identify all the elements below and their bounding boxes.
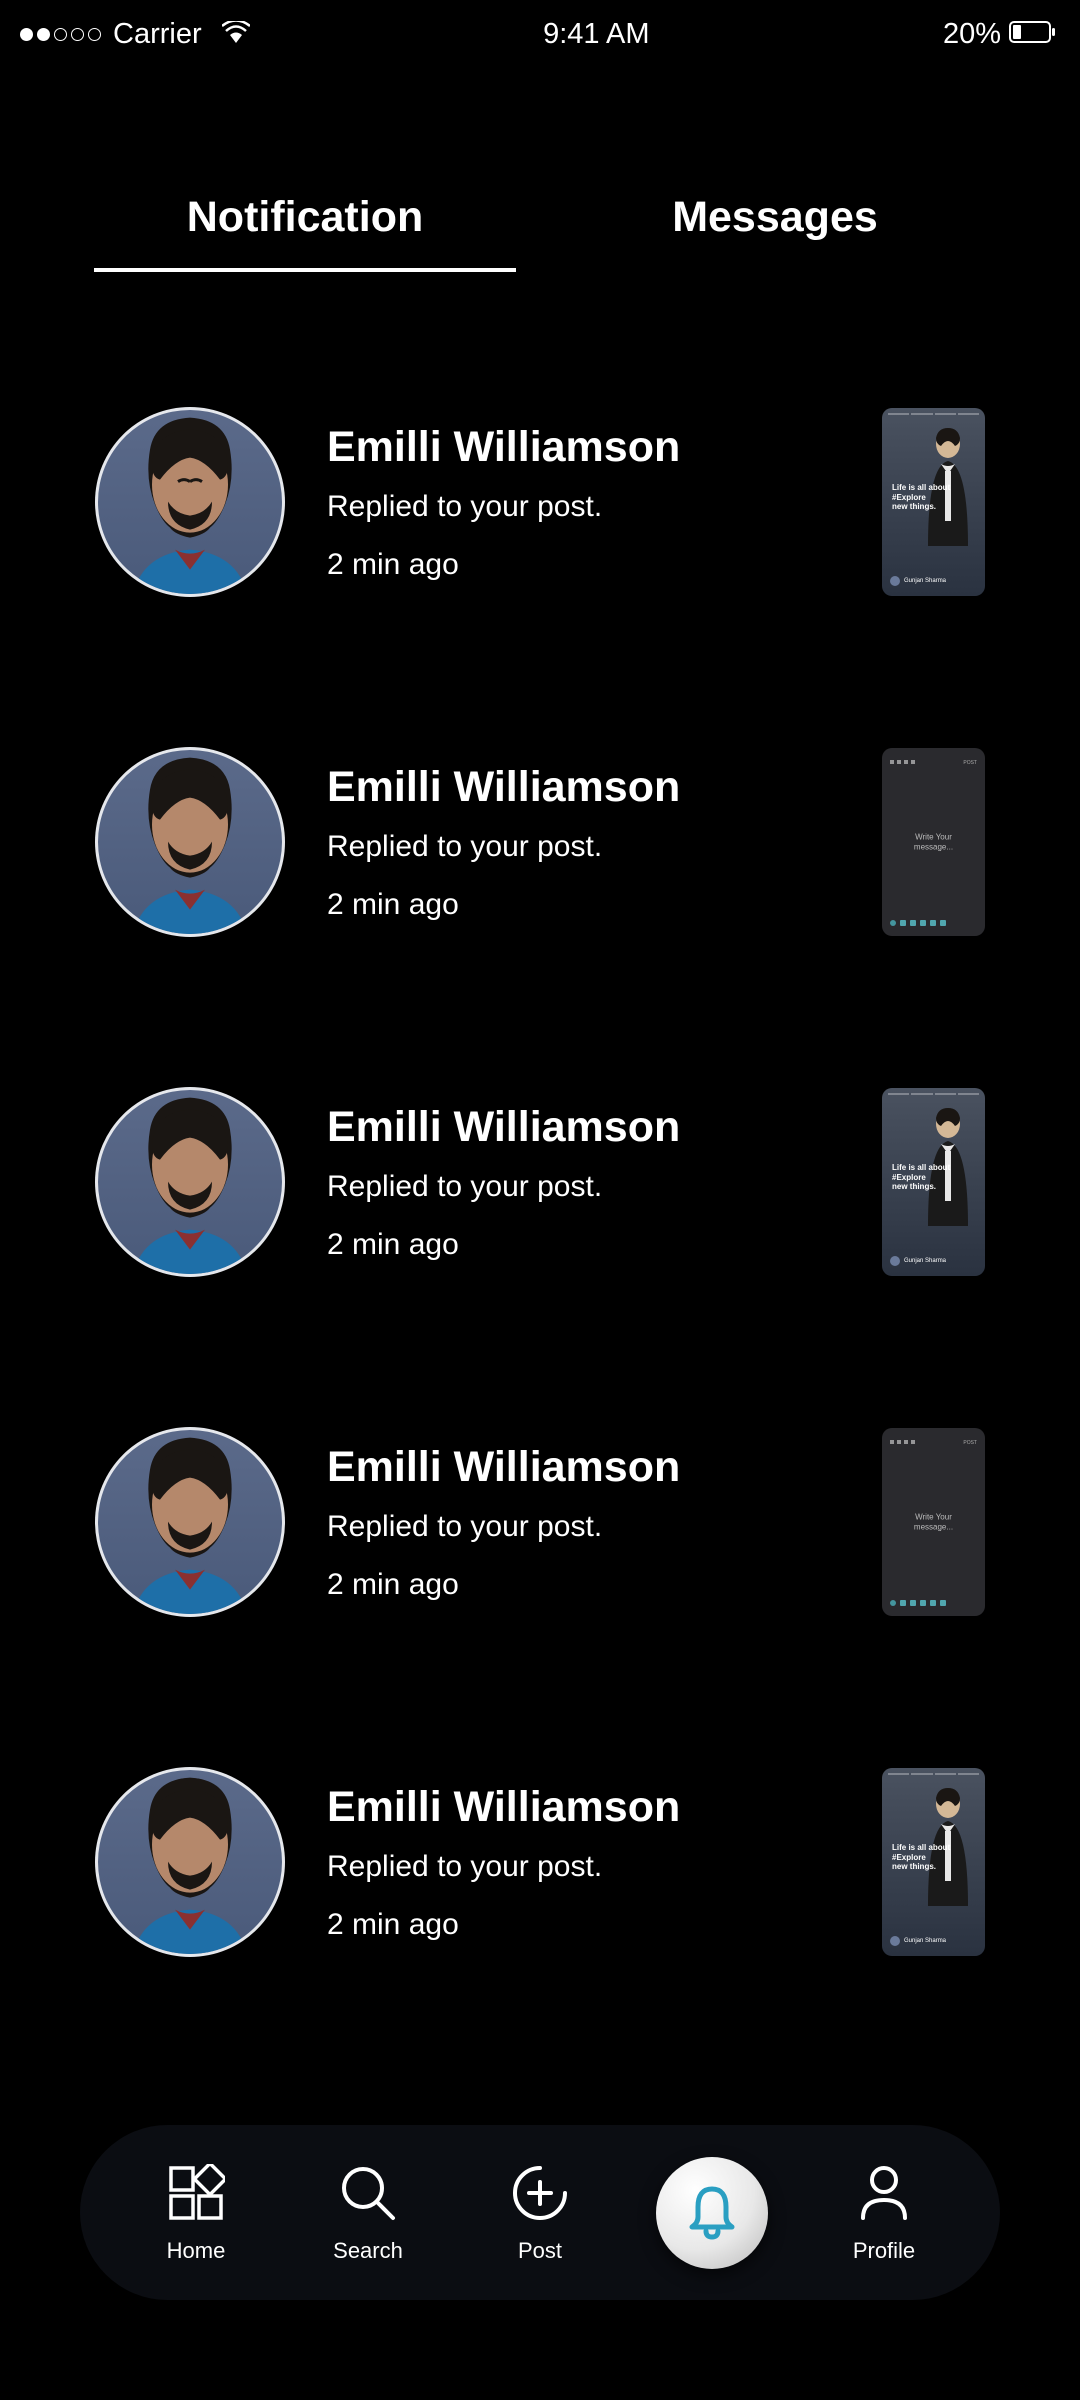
notification-list[interactable]: Emilli Williamson Replied to your post. … xyxy=(0,407,1080,1957)
nav-home-label: Home xyxy=(167,2238,226,2264)
list-item[interactable]: Emilli Williamson Replied to your post. … xyxy=(95,1087,985,1277)
search-icon xyxy=(339,2162,397,2224)
thumb-story-line1: Life is all about xyxy=(892,1843,975,1853)
signal-dots-icon xyxy=(20,28,101,41)
list-item[interactable]: Emilli Williamson Replied to your post. … xyxy=(95,407,985,597)
thumb-story-author: Gunjan Sharma xyxy=(904,578,946,584)
nav-home[interactable]: Home xyxy=(110,2162,282,2264)
tab-messages[interactable]: Messages xyxy=(540,193,1010,272)
notification-action: Replied to your post. xyxy=(327,830,882,864)
notification-content: Emilli Williamson Replied to your post. … xyxy=(327,1783,882,1942)
thumb-story-line2: #Explore xyxy=(892,1853,975,1863)
thumb-story-line1: Life is all about xyxy=(892,1163,975,1173)
notification-content: Emilli Williamson Replied to your post. … xyxy=(327,763,882,922)
post-thumbnail[interactable]: POST Write Your message... xyxy=(882,748,985,936)
tabs: Notification Messages xyxy=(0,193,1080,272)
nav-profile[interactable]: Profile xyxy=(798,2162,970,2264)
notification-content: Emilli Williamson Replied to your post. … xyxy=(327,423,882,582)
avatar[interactable] xyxy=(95,1427,285,1617)
avatar[interactable] xyxy=(95,747,285,937)
thumb-story-line3: new things. xyxy=(892,1182,975,1192)
notification-time: 2 min ago xyxy=(327,888,882,922)
nav-notification[interactable] xyxy=(626,2157,798,2269)
thumb-story-line2: #Explore xyxy=(892,1173,975,1183)
status-bar: Carrier 9:41 AM 20% xyxy=(0,0,1080,68)
carrier-label: Carrier xyxy=(113,18,202,51)
notification-action: Replied to your post. xyxy=(327,490,882,524)
notification-time: 2 min ago xyxy=(327,548,882,582)
thumb-story-author: Gunjan Sharma xyxy=(904,1938,946,1944)
avatar[interactable] xyxy=(95,1087,285,1277)
list-item[interactable]: Emilli Williamson Replied to your post. … xyxy=(95,1767,985,1957)
notification-action: Replied to your post. xyxy=(327,1850,882,1884)
nav-search-label: Search xyxy=(333,2238,403,2264)
post-icon xyxy=(511,2162,569,2224)
post-thumbnail[interactable]: Life is all about #Explore new things. G… xyxy=(882,1768,985,1956)
notification-content: Emilli Williamson Replied to your post. … xyxy=(327,1103,882,1262)
notification-action: Replied to your post. xyxy=(327,1510,882,1544)
notification-content: Emilli Williamson Replied to your post. … xyxy=(327,1443,882,1602)
nav-search[interactable]: Search xyxy=(282,2162,454,2264)
nav-post-label: Post xyxy=(518,2238,562,2264)
notification-time: 2 min ago xyxy=(327,1228,882,1262)
thumb-msg-center: Write Your message... xyxy=(908,1512,960,1531)
bottom-nav: Home Search Post xyxy=(80,2125,1000,2300)
thumb-story-line3: new things. xyxy=(892,1862,975,1872)
battery-percentage: 20% xyxy=(943,18,1001,51)
nav-notification-active xyxy=(656,2157,768,2269)
post-thumbnail[interactable]: POST Write Your message... xyxy=(882,1428,985,1616)
post-thumbnail[interactable]: Life is all about #Explore new things. G… xyxy=(882,1088,985,1276)
thumb-msg-center: Write Your message... xyxy=(908,832,960,851)
notification-name: Emilli Williamson xyxy=(327,763,882,812)
notification-name: Emilli Williamson xyxy=(327,1443,882,1492)
avatar[interactable] xyxy=(95,407,285,597)
home-icon xyxy=(167,2162,225,2224)
notification-name: Emilli Williamson xyxy=(327,423,882,472)
wifi-icon xyxy=(222,21,250,48)
notification-action: Replied to your post. xyxy=(327,1170,882,1204)
list-item[interactable]: Emilli Williamson Replied to your post. … xyxy=(95,747,985,937)
thumb-story-line1: Life is all about xyxy=(892,483,975,493)
thumb-story-line2: #Explore xyxy=(892,493,975,503)
status-left: Carrier xyxy=(20,18,250,51)
notification-name: Emilli Williamson xyxy=(327,1103,882,1152)
profile-icon xyxy=(855,2162,913,2224)
notification-time: 2 min ago xyxy=(327,1568,882,1602)
post-thumbnail[interactable]: Life is all about #Explore new things. G… xyxy=(882,408,985,596)
tab-notification[interactable]: Notification xyxy=(70,193,540,272)
bell-icon xyxy=(682,2183,742,2243)
avatar[interactable] xyxy=(95,1767,285,1957)
nav-post[interactable]: Post xyxy=(454,2162,626,2264)
thumb-story-author: Gunjan Sharma xyxy=(904,1258,946,1264)
list-item[interactable]: Emilli Williamson Replied to your post. … xyxy=(95,1427,985,1617)
thumb-story-line3: new things. xyxy=(892,502,975,512)
notification-time: 2 min ago xyxy=(327,1908,882,1942)
nav-profile-label: Profile xyxy=(853,2238,915,2264)
status-time: 9:41 AM xyxy=(543,18,649,51)
thumb-msg-post: POST xyxy=(963,760,977,766)
status-right: 20% xyxy=(943,18,1055,51)
battery-icon xyxy=(1009,21,1055,48)
thumb-msg-post: POST xyxy=(963,1440,977,1446)
notification-name: Emilli Williamson xyxy=(327,1783,882,1832)
